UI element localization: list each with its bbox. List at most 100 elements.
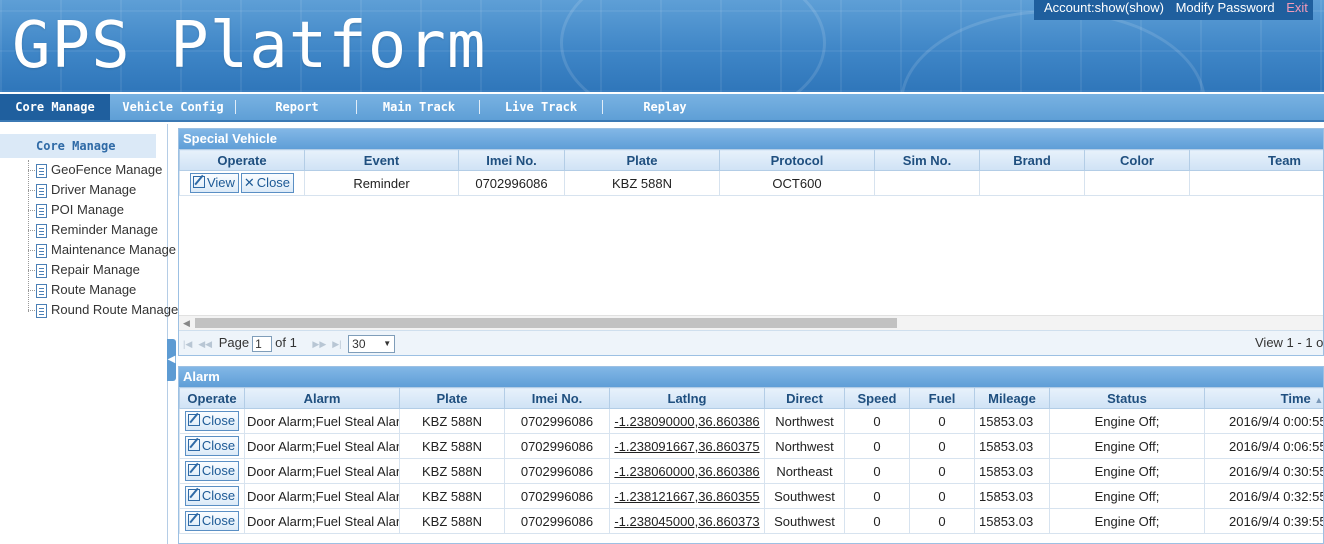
- time-cell: 2016/9/4 0:30:55: [1204, 458, 1323, 484]
- sidebar-collapse-toggle[interactable]: ◀: [167, 339, 176, 381]
- column-header[interactable]: Team: [1189, 149, 1323, 171]
- next-page-icon[interactable]: ▶▶: [312, 339, 326, 349]
- latlng-cell[interactable]: -1.238045000,36.860373: [609, 508, 765, 534]
- column-header[interactable]: Fuel: [909, 387, 975, 409]
- column-header[interactable]: Imei No.: [458, 149, 565, 171]
- close-button[interactable]: Close: [184, 511, 240, 531]
- close-icon: ✕: [243, 175, 255, 190]
- column-header[interactable]: Status: [1049, 387, 1205, 409]
- close-button[interactable]: Close: [184, 411, 240, 431]
- scrollbar-thumb[interactable]: [195, 318, 897, 328]
- column-header[interactable]: Color: [1084, 149, 1190, 171]
- plate-cell: KBZ 588N: [399, 483, 505, 509]
- direct-cell: Northwest: [764, 433, 845, 459]
- latlng-link[interactable]: -1.238045000,36.860373: [614, 514, 759, 529]
- sidebar-item-label: Reminder Manage: [51, 222, 158, 237]
- edit-icon: [187, 514, 200, 526]
- view-button[interactable]: View: [189, 173, 239, 193]
- fuel-cell: 0: [909, 433, 975, 459]
- latlng-cell[interactable]: -1.238121667,36.860355: [609, 483, 765, 509]
- latlng-link[interactable]: -1.238121667,36.860355: [614, 489, 759, 504]
- scroll-left-icon[interactable]: ◀: [183, 316, 190, 330]
- modify-password-link[interactable]: Modify Password: [1176, 0, 1275, 15]
- menu-replay[interactable]: Replay: [606, 94, 724, 120]
- first-page-icon[interactable]: |◀: [183, 339, 192, 349]
- sidebar-item-geofence[interactable]: GeoFence Manage: [28, 160, 162, 180]
- column-header[interactable]: Direct: [764, 387, 845, 409]
- menu-main-track[interactable]: Main Track: [360, 94, 478, 120]
- latlng-cell[interactable]: -1.238091667,36.860375: [609, 433, 765, 459]
- latlng-link[interactable]: -1.238091667,36.860375: [614, 439, 759, 454]
- menu-report[interactable]: Report: [238, 94, 356, 120]
- sidebar-item-route[interactable]: Route Manage: [28, 280, 136, 300]
- tree-branch: [28, 210, 35, 212]
- column-header[interactable]: Latlng: [609, 387, 765, 409]
- sidebar-item-poi[interactable]: POI Manage: [28, 200, 124, 220]
- operate-cell: Close: [179, 483, 245, 509]
- column-header[interactable]: Imei No.: [504, 387, 610, 409]
- table-row[interactable]: Close Door Alarm;Fuel Steal Alarm KBZ 588N…: [179, 508, 1323, 534]
- latlng-cell[interactable]: -1.238090000,36.860386: [609, 408, 765, 434]
- sidebar-item-maintenance[interactable]: Maintenance Manage: [28, 240, 176, 260]
- table-row[interactable]: Close Door Alarm;Fuel Steal Alarm KBZ 588N…: [179, 408, 1323, 434]
- plate-cell: KBZ 588N: [564, 170, 720, 196]
- horizontal-scrollbar[interactable]: ◀: [179, 315, 1323, 330]
- page-number-input[interactable]: 1: [252, 335, 273, 352]
- sidebar-item-repair[interactable]: Repair Manage: [28, 260, 140, 280]
- sidebar-item-round-route[interactable]: Round Route Manage: [28, 300, 178, 320]
- imei-cell: 0702996086: [504, 508, 610, 534]
- table-row[interactable]: Close Door Alarm;Fuel Steal Alarm KBZ 588N…: [179, 458, 1323, 484]
- table-row[interactable]: View ✕ Close Reminder 0702996086 KBZ 588N …: [179, 170, 1323, 196]
- close-button[interactable]: Close: [184, 486, 240, 506]
- table-row[interactable]: Close Door Alarm;Fuel Steal Alarm KBZ 588N…: [179, 483, 1323, 509]
- latlng-cell[interactable]: -1.238060000,36.860386: [609, 458, 765, 484]
- tree-branch: [28, 290, 35, 292]
- table-header-row: Operate Event Imei No. Plate Protocol Si…: [179, 149, 1323, 171]
- edit-icon: [187, 439, 200, 451]
- sidebar-header[interactable]: Core Manage: [0, 134, 156, 158]
- close-button[interactable]: Close: [184, 461, 240, 481]
- menu-vehicle-config[interactable]: Vehicle Config: [114, 94, 232, 120]
- table-row[interactable]: Close Door Alarm;Fuel Steal Alarm KBZ 588N…: [179, 433, 1323, 459]
- column-header[interactable]: Plate: [564, 149, 720, 171]
- column-header[interactable]: Protocol: [719, 149, 875, 171]
- column-header[interactable]: Sim No.: [874, 149, 980, 171]
- alarm-cell: Door Alarm;Fuel Steal Alarm: [244, 433, 400, 459]
- alarm-cell: Door Alarm;Fuel Steal Alarm: [244, 483, 400, 509]
- page-size-select[interactable]: 30: [348, 334, 396, 353]
- latlng-link[interactable]: -1.238060000,36.860386: [614, 464, 759, 479]
- column-header[interactable]: Speed: [844, 387, 910, 409]
- exit-link[interactable]: Exit: [1286, 0, 1308, 15]
- page-count-label: of 1: [275, 335, 297, 350]
- menu-separator: [235, 100, 236, 114]
- plate-cell: KBZ 588N: [399, 508, 505, 534]
- column-header[interactable]: Plate: [399, 387, 505, 409]
- column-header[interactable]: Mileage: [974, 387, 1050, 409]
- menu-core-manage[interactable]: Core Manage: [0, 94, 110, 120]
- column-header[interactable]: Event: [304, 149, 459, 171]
- column-header[interactable]: Operate: [179, 149, 305, 171]
- mileage-cell: 15853.03: [974, 508, 1050, 534]
- prev-page-icon[interactable]: ◀◀: [198, 339, 212, 349]
- column-header-time[interactable]: Time ▲: [1204, 387, 1323, 409]
- column-header[interactable]: Alarm: [244, 387, 400, 409]
- last-page-icon[interactable]: ▶|: [332, 339, 341, 349]
- time-cell: 2016/9/4 0:32:55: [1204, 483, 1323, 509]
- sidebar-item-driver[interactable]: Driver Manage: [28, 180, 136, 200]
- menu-live-track[interactable]: Live Track: [482, 94, 600, 120]
- sidebar-item-label: Maintenance Manage: [51, 242, 177, 257]
- menu-separator: [602, 100, 603, 114]
- close-button[interactable]: Close: [184, 436, 240, 456]
- sidebar-item-reminder[interactable]: Reminder Manage: [28, 220, 158, 240]
- alarm-cell: Door Alarm;Fuel Steal Alarm: [244, 458, 400, 484]
- edit-icon: [187, 489, 200, 501]
- protocol-cell: OCT600: [719, 170, 875, 196]
- sidebar-item-label: Driver Manage: [51, 182, 137, 197]
- main-menu: Core Manage Vehicle Config Report Main T…: [0, 94, 1324, 122]
- latlng-link[interactable]: -1.238090000,36.860386: [614, 414, 759, 429]
- close-button[interactable]: ✕ Close: [240, 173, 295, 193]
- brand-cell: [979, 170, 1085, 196]
- account-label: Account:show(show): [1044, 0, 1164, 15]
- column-header[interactable]: Operate: [179, 387, 245, 409]
- column-header[interactable]: Brand: [979, 149, 1085, 171]
